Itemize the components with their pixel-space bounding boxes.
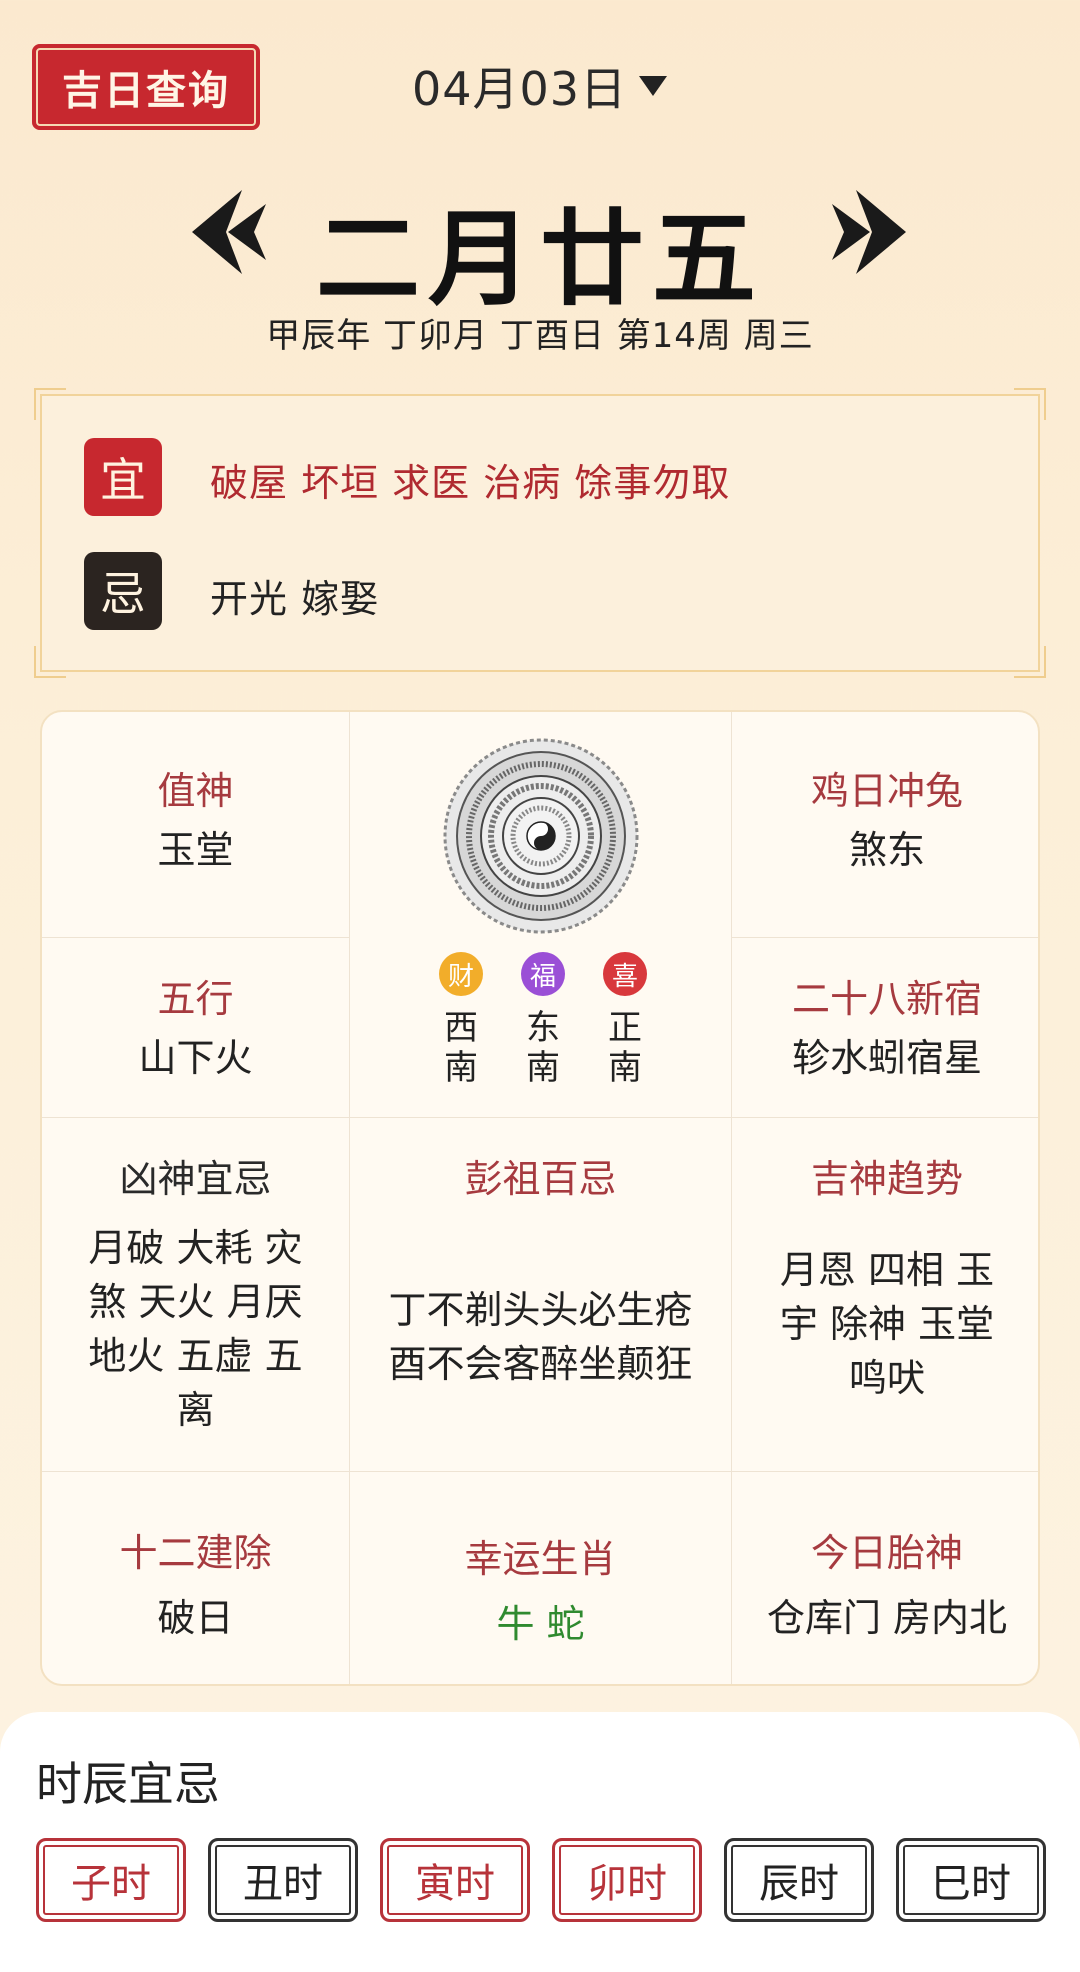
ji-badge: 忌 <box>84 552 162 630</box>
yiji-panel: 宜 破屋 坏垣 求医 治病 馀事勿取 忌 开光 嫁娶 <box>34 388 1046 678</box>
cell-title: 值神 <box>157 769 234 813</box>
almanac-grid: 值神 玉堂 财 西 南 福 东 南 喜 正 南 鸡日冲兔 煞东 五行 山下火 二… <box>40 710 1040 1686</box>
hour-tab-yin[interactable]: 寅时 <box>380 1838 530 1922</box>
direction-text: 正 <box>608 1008 642 1048</box>
cell-title: 凶神宜忌 <box>119 1157 272 1201</box>
compass-cell[interactable]: 财 西 南 福 东 南 喜 正 南 <box>350 712 732 1118</box>
cell-value: 月恩 四相 玉宇 除神 玉堂鸣吠 <box>779 1248 995 1400</box>
xiongshen-cell[interactable]: 凶神宜忌 月破 大耗 灾煞 天火 月厌地火 五虚 五离 <box>42 1118 350 1472</box>
cell-value: 煞东 <box>848 828 925 872</box>
cell-title: 幸运生肖 <box>464 1537 617 1581</box>
shichen-panel: 时辰宜忌 子时 丑时 寅时 卯时 辰时 巳时 <box>0 1712 1080 1972</box>
shichen-title: 时辰宜忌 <box>36 1757 220 1811</box>
cell-value: 山下火 <box>138 1036 253 1080</box>
corner-ornament <box>1014 388 1046 420</box>
taishen-cell[interactable]: 今日胎神 仓库门 房内北 <box>732 1472 1038 1684</box>
jishen-cell[interactable]: 吉神趋势 月恩 四相 玉宇 除神 玉堂鸣吠 <box>732 1118 1038 1472</box>
wealth-badge: 财 <box>439 952 483 996</box>
cell-value: 月破 大耗 灾煞 天火 月厌地火 五虚 五离 <box>88 1226 303 1432</box>
directions-row: 财 西 南 福 东 南 喜 正 南 <box>438 952 648 1088</box>
jianchu-cell[interactable]: 十二建除 破日 <box>42 1472 350 1684</box>
hour-tab-chou[interactable]: 丑时 <box>208 1838 358 1922</box>
hour-tab-zi[interactable]: 子时 <box>36 1838 186 1922</box>
cell-title: 十二建除 <box>119 1531 272 1575</box>
date-label: 04月03日 <box>412 62 628 116</box>
cell-value: 玉堂 <box>157 828 234 872</box>
direction-text: 南 <box>526 1048 560 1088</box>
wealth-god-direction: 财 西 南 <box>438 952 484 1088</box>
hour-tab-si[interactable]: 巳时 <box>896 1838 1046 1922</box>
hour-tab-chen[interactable]: 辰时 <box>724 1838 874 1922</box>
lunar-date: 二月廿五 <box>315 197 764 320</box>
direction-text: 西 <box>444 1008 478 1048</box>
corner-ornament <box>34 646 66 678</box>
direction-text: 东 <box>526 1008 560 1048</box>
triangle-down-icon <box>639 76 668 96</box>
cell-value: 破日 <box>157 1596 234 1640</box>
joy-badge: 喜 <box>603 952 647 996</box>
yi-badge: 宜 <box>84 438 162 516</box>
joy-god-direction: 喜 正 南 <box>602 952 648 1088</box>
luopan-compass-icon <box>443 738 639 934</box>
ji-items: 开光 嫁娶 <box>210 577 380 621</box>
double-chevron-right-icon <box>832 190 906 274</box>
pengzu-line-2: 酉不会客醉坐颠狂 <box>388 1342 693 1386</box>
pengzu-cell[interactable]: 彭祖百忌 丁不剃头头必生疮 酉不会客醉坐颠狂 <box>350 1118 732 1472</box>
lunar-header: 二月廿五 <box>0 170 1080 320</box>
cell-title: 彭祖百忌 <box>464 1157 617 1201</box>
app-logo: 吉日查询 <box>32 44 260 130</box>
fortune-god-direction: 福 东 南 <box>520 952 566 1088</box>
chong-cell[interactable]: 鸡日冲兔 煞东 <box>732 712 1038 938</box>
cell-title: 今日胎神 <box>810 1531 963 1575</box>
cell-value: 轸水蚓宿星 <box>791 1036 982 1080</box>
hour-tab-mao[interactable]: 卯时 <box>552 1838 702 1922</box>
cell-title: 鸡日冲兔 <box>810 769 963 813</box>
zhishen-cell[interactable]: 值神 玉堂 <box>42 712 350 938</box>
cell-value: 牛 蛇 <box>496 1602 585 1646</box>
direction-text: 南 <box>444 1048 478 1088</box>
ganzhi-line: 甲辰年 丁卯月 丁酉日 第14周 周三 <box>266 316 814 356</box>
cell-title: 二十八新宿 <box>791 977 982 1021</box>
cell-title: 五行 <box>157 977 234 1021</box>
xiu-cell[interactable]: 二十八新宿 轸水蚓宿星 <box>732 938 1038 1118</box>
shengxiao-cell[interactable]: 幸运生肖 牛 蛇 <box>350 1472 732 1684</box>
pengzu-line-1: 丁不剃头头必生疮 <box>388 1288 693 1332</box>
date-picker[interactable]: 04月03日 <box>412 56 668 116</box>
hour-tabs: 子时 丑时 寅时 卯时 辰时 巳时 <box>36 1838 1046 1922</box>
direction-text: 南 <box>608 1048 642 1088</box>
corner-ornament <box>34 388 66 420</box>
cell-value: 仓库门 房内北 <box>766 1596 1008 1640</box>
next-day-button[interactable] <box>826 182 916 282</box>
fortune-badge: 福 <box>521 952 565 996</box>
corner-ornament <box>1014 646 1046 678</box>
yi-items: 破屋 坏垣 求医 治病 馀事勿取 <box>210 461 731 505</box>
logo-text: 吉日查询 <box>62 67 230 114</box>
cell-title: 吉神趋势 <box>810 1157 963 1201</box>
wuxing-cell[interactable]: 五行 山下火 <box>42 938 350 1118</box>
